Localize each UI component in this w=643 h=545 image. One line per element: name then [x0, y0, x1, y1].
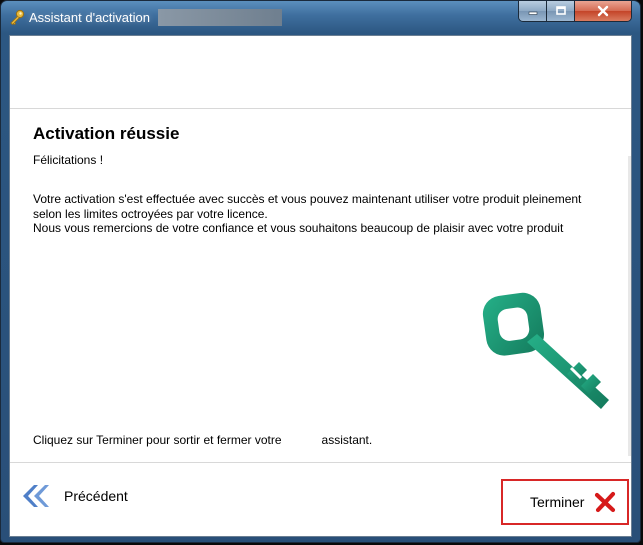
- finish-instructions: Cliquez sur Terminer pour sortir et ferm…: [33, 433, 373, 447]
- close-icon: [597, 5, 609, 17]
- header-band: [10, 36, 631, 108]
- window-edge: [628, 156, 631, 456]
- minimize-icon: [528, 11, 537, 15]
- key-icon: [10, 9, 25, 25]
- activation-message: Votre activation s'est effectuée avec su…: [33, 192, 581, 236]
- page-title: Activation réussie: [33, 124, 180, 143]
- red-x-icon: [595, 491, 616, 513]
- bottom-divider: [10, 462, 631, 463]
- message-line: Nous vous remercions de votre confiance …: [33, 221, 564, 235]
- finish-button[interactable]: Terminer: [501, 479, 629, 525]
- window-title: Assistant d'activation: [29, 10, 150, 25]
- double-chevron-left-icon: [23, 485, 49, 507]
- minimize-button[interactable]: [519, 1, 547, 21]
- key-graphic-icon: [482, 292, 609, 409]
- top-divider: [10, 108, 631, 109]
- message-line: Votre activation s'est effectuée avec su…: [33, 192, 582, 206]
- finish-button-label: Terminer: [530, 494, 585, 510]
- title-bar[interactable]: Assistant d'activation: [1, 1, 640, 35]
- message-line: selon les limites octroyées par votre li…: [33, 206, 268, 221]
- previous-button[interactable]: Précédent: [16, 479, 156, 513]
- maximize-button[interactable]: [547, 1, 575, 21]
- close-button[interactable]: [575, 1, 631, 21]
- redacted-title-area: [158, 9, 282, 26]
- page-subtitle: Félicitations !: [33, 153, 104, 167]
- wizard-content-area: Activation réussie Félicitations ! Votre…: [9, 35, 632, 537]
- caption-buttons: [518, 1, 632, 22]
- previous-button-label: Précédent: [64, 488, 128, 504]
- maximize-icon: [555, 6, 566, 15]
- activation-wizard-window: Assistant d'activation Activation réussi…: [0, 0, 641, 543]
